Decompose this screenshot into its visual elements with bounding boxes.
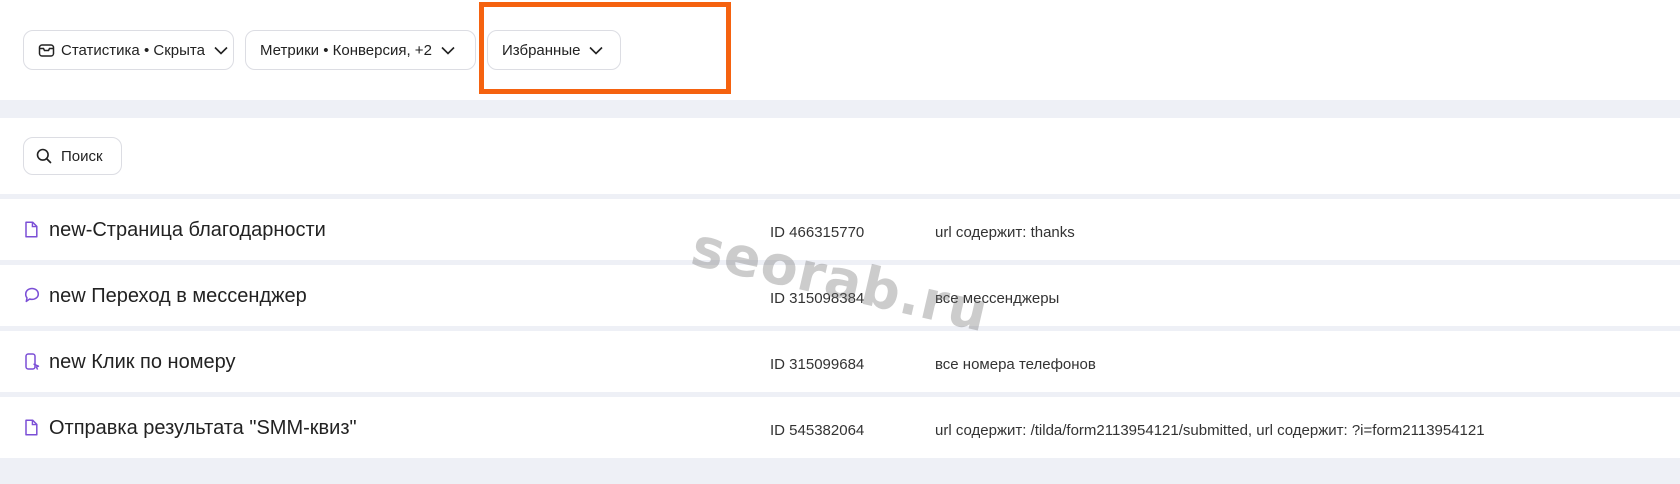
favorites-filter-button[interactable]: Избранные bbox=[487, 30, 621, 70]
goal-id: ID 315098384 bbox=[770, 290, 865, 307]
chevron-down-icon bbox=[589, 46, 604, 55]
statistics-filter-label: Статистика • Скрыта bbox=[61, 41, 205, 59]
metrics-filter-button[interactable]: Метрики • Конверсия, +2 bbox=[245, 30, 476, 70]
goal-condition: url содержит: /tilda/form2113954121/subm… bbox=[935, 422, 1485, 439]
goal-name: new Переход в мессенджер bbox=[49, 285, 307, 307]
statistics-filter-button[interactable]: Статистика • Скрыта bbox=[23, 30, 234, 70]
goal-name: new Клик по номеру bbox=[49, 351, 236, 373]
goal-row[interactable]: Отправка результата "SMM-квиз" ID 545382… bbox=[0, 397, 1680, 458]
page-icon bbox=[24, 419, 38, 436]
chevron-down-icon bbox=[441, 46, 455, 55]
page-icon bbox=[24, 221, 38, 238]
goal-row[interactable]: new Переход в мессенджер ID 315098384 вс… bbox=[0, 265, 1680, 326]
goal-row[interactable]: new-Страница благодарности ID 466315770 … bbox=[0, 199, 1680, 260]
goal-id: ID 315099684 bbox=[770, 356, 865, 373]
search-label: Поиск bbox=[61, 147, 103, 165]
search-icon bbox=[36, 148, 52, 164]
goal-row[interactable]: new Клик по номеру ID 315099684 все номе… bbox=[0, 331, 1680, 392]
search-button[interactable]: Поиск bbox=[23, 137, 122, 175]
goal-condition: url содержит: thanks bbox=[935, 224, 1075, 241]
metrics-filter-label: Метрики • Конверсия, +2 bbox=[260, 41, 432, 59]
filter-toolbar: Статистика • Скрыта Метрики • Конверсия,… bbox=[0, 0, 1680, 100]
favorites-filter-label: Избранные bbox=[502, 41, 581, 59]
messenger-icon bbox=[24, 287, 40, 303]
goal-name: new-Страница благодарности bbox=[49, 219, 326, 241]
goal-id: ID 466315770 bbox=[770, 224, 865, 241]
goal-condition: все номера телефонов bbox=[935, 356, 1096, 373]
goal-name: Отправка результата "SMM-квиз" bbox=[49, 417, 357, 439]
search-panel bbox=[0, 118, 1680, 194]
goal-id: ID 545382064 bbox=[770, 422, 865, 439]
tray-icon bbox=[38, 42, 55, 59]
phone-click-icon bbox=[24, 353, 40, 371]
goal-condition: все мессенджеры bbox=[935, 290, 1060, 307]
chevron-down-icon bbox=[214, 46, 228, 55]
